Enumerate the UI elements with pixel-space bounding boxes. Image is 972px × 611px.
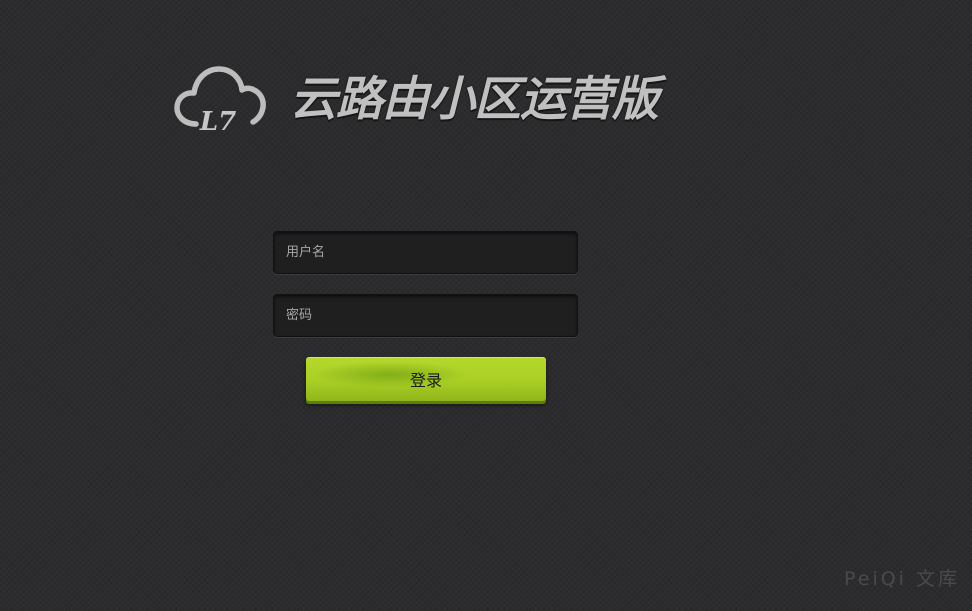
watermark-text: PeiQi 文库 [843,568,960,590]
app-title: 云路由小区运营版 [290,72,659,127]
cloud-icon: L7 [174,66,266,136]
username-input[interactable] [273,231,578,274]
login-button[interactable]: 登录 [306,357,546,401]
password-input[interactable] [273,294,578,337]
brand-header: L7 云路由小区运营版 [174,64,659,136]
logo-text: L7 [199,107,236,136]
login-form [273,231,579,337]
